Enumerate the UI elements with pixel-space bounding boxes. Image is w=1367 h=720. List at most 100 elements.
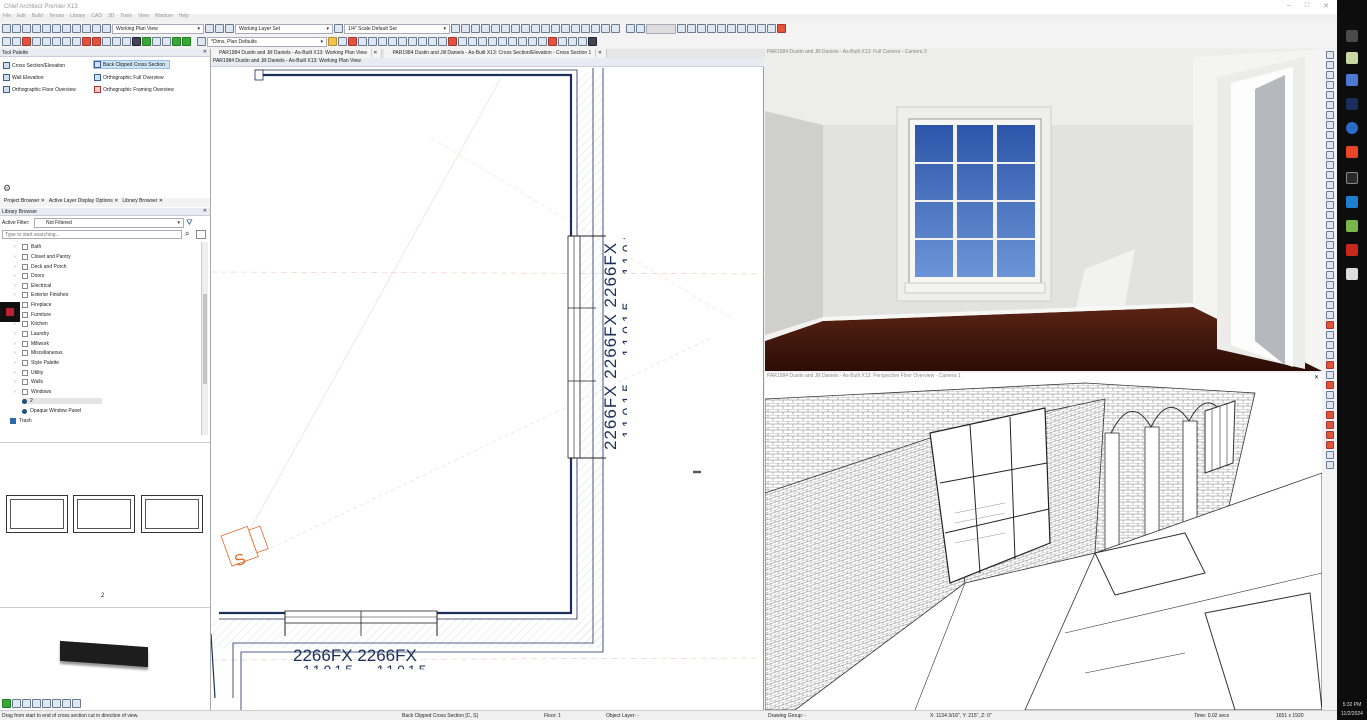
filter-icon[interactable]: ⛛ xyxy=(186,218,193,228)
preview-icon[interactable] xyxy=(12,699,21,708)
render-preview-icon[interactable] xyxy=(32,699,41,708)
pan-window-icon[interactable] xyxy=(1325,101,1334,109)
tool-cross-section[interactable]: Cross Section/Elevation xyxy=(3,62,65,69)
library-folder-millwork[interactable]: › Millwork xyxy=(14,341,49,347)
color-wheel-icon[interactable] xyxy=(777,24,786,33)
scale-select[interactable]: 1/4" Scale Default Set ▾ xyxy=(344,23,450,34)
more-tools-icon[interactable] xyxy=(588,37,597,46)
text-view-icon[interactable] xyxy=(1325,401,1334,409)
camera-view[interactable]: PAR1984 Dustin and Jill Daniels - As-Bui… xyxy=(765,49,1322,371)
menu-3d[interactable]: 3D xyxy=(108,13,114,22)
vector-view-icon[interactable] xyxy=(1325,171,1334,179)
pattern-tool-icon[interactable] xyxy=(152,37,161,46)
stop-icon[interactable] xyxy=(1325,441,1334,449)
menu-window[interactable]: Window xyxy=(155,13,173,22)
spline-view-icon[interactable] xyxy=(1325,351,1334,359)
tab-project-browser[interactable]: Project Browser ✕ xyxy=(4,198,45,207)
plant-tool-icon[interactable] xyxy=(172,37,181,46)
windows-icon[interactable] xyxy=(1346,172,1358,184)
extend-icon[interactable] xyxy=(578,37,587,46)
tree-tool-icon[interactable] xyxy=(142,37,151,46)
angle-view-icon[interactable] xyxy=(1325,241,1334,249)
perspective-icon[interactable] xyxy=(531,24,540,33)
acrobat-icon[interactable] xyxy=(1346,244,1358,256)
zoom-out-icon[interactable] xyxy=(1325,61,1334,69)
cross-icon[interactable] xyxy=(1325,281,1334,289)
taskbar-date[interactable]: 11/2/2024 xyxy=(1337,711,1367,717)
wall-view-icon[interactable] xyxy=(1325,231,1334,239)
framing-tool-icon[interactable] xyxy=(102,37,111,46)
library-folder-closet[interactable]: › Closet and Pantry xyxy=(14,254,71,260)
zoom-icon[interactable] xyxy=(451,24,460,33)
dims-icon[interactable] xyxy=(197,37,206,46)
taskbar-time[interactable]: 5:32 PM xyxy=(1337,702,1367,708)
cabinet-icon[interactable] xyxy=(757,24,766,33)
circle-view-icon[interactable] xyxy=(1325,341,1334,349)
point-icon[interactable] xyxy=(458,37,467,46)
fill-icon[interactable] xyxy=(471,24,480,33)
polyline-icon[interactable] xyxy=(378,37,387,46)
menu-edit[interactable]: Edit xyxy=(17,13,26,22)
arc-view-icon[interactable] xyxy=(1325,331,1334,339)
trim-icon[interactable] xyxy=(568,37,577,46)
delete-view-icon[interactable] xyxy=(1325,321,1334,329)
window-tile-icon[interactable] xyxy=(687,24,696,33)
hatch-icon[interactable] xyxy=(1325,301,1334,309)
menu-help[interactable]: Help xyxy=(179,13,189,22)
layout-icon[interactable] xyxy=(707,24,716,33)
tool-back-clipped-cross-section[interactable]: Back Clipped Cross Section xyxy=(93,60,170,69)
close-icon[interactable]: ✕ xyxy=(203,49,207,55)
flag-icon[interactable] xyxy=(1325,431,1334,439)
counter-icon[interactable] xyxy=(626,24,635,33)
report-icon[interactable] xyxy=(727,24,736,33)
label-icon[interactable] xyxy=(1325,391,1334,399)
overlay-widget[interactable] xyxy=(0,302,20,322)
plan-view-canvas[interactable]: 2266FX 2266FX 2266FX 11015 11015 11015 2… xyxy=(211,58,764,710)
calculator-icon[interactable] xyxy=(1346,74,1358,86)
plan-preview-icon[interactable] xyxy=(42,699,51,708)
alert-icon[interactable] xyxy=(1325,421,1334,429)
orbit-icon[interactable] xyxy=(1325,111,1334,119)
dimension-view-icon[interactable] xyxy=(1325,261,1334,269)
tool-ortho-framing-overview[interactable]: Orthographic Framing Overview xyxy=(94,86,174,93)
elevation-preview-icon[interactable] xyxy=(52,699,61,708)
window-tool-icon[interactable] xyxy=(42,37,51,46)
scale-icon[interactable] xyxy=(334,24,343,33)
walk-mode-icon[interactable] xyxy=(1325,131,1334,139)
close-icon[interactable]: ✕ xyxy=(203,208,207,214)
copy-view-icon[interactable] xyxy=(1325,311,1334,319)
camera-icon[interactable] xyxy=(511,24,520,33)
undo-zoom-icon[interactable] xyxy=(1325,91,1334,99)
grid-tool-icon[interactable] xyxy=(162,37,171,46)
library-folder-misc[interactable]: › Miscellaneous xyxy=(14,350,63,356)
plan-view-select[interactable]: Working Plan View ▾ xyxy=(112,23,204,34)
dropdown-icon[interactable] xyxy=(62,699,71,708)
new-plan-icon[interactable] xyxy=(2,24,11,33)
watercolor-icon[interactable] xyxy=(1325,151,1334,159)
table-icon[interactable] xyxy=(737,24,746,33)
stair-icon[interactable] xyxy=(636,24,645,33)
layer-toggle-icon[interactable] xyxy=(1325,221,1334,229)
arc-icon[interactable] xyxy=(388,37,397,46)
spline-icon[interactable] xyxy=(418,37,427,46)
menu-terrain[interactable]: Terrain xyxy=(49,13,64,22)
scale-tool-icon[interactable] xyxy=(518,37,527,46)
material-icon[interactable] xyxy=(591,24,600,33)
paste-icon[interactable] xyxy=(82,24,91,33)
library-folder-doors[interactable]: › Doors xyxy=(14,273,44,279)
menu-tools[interactable]: Tools xyxy=(120,13,132,22)
library-folder-bath[interactable]: › Bath xyxy=(14,244,41,250)
photoshop-icon[interactable] xyxy=(1346,98,1358,110)
reflect-icon[interactable] xyxy=(508,37,517,46)
tab-cross-section-1[interactable]: PAR1984 Dustin and Jill Daniels - As-Bui… xyxy=(384,49,607,58)
undo-icon[interactable] xyxy=(42,24,51,33)
chrome-icon[interactable] xyxy=(1346,122,1358,134)
plus-point-icon[interactable] xyxy=(1325,271,1334,279)
cut-icon[interactable] xyxy=(62,24,71,33)
library-folder-exterior[interactable]: › Exterior Finishes xyxy=(14,292,68,298)
pointer-edit-icon[interactable] xyxy=(1325,251,1334,259)
pan-icon[interactable] xyxy=(461,24,470,33)
grid-icon[interactable] xyxy=(677,24,686,33)
tab-working-plan-view[interactable]: PAR1984 Dustin and Jill Daniels - As-Bui… xyxy=(211,49,383,58)
error-icon[interactable] xyxy=(1325,411,1334,419)
